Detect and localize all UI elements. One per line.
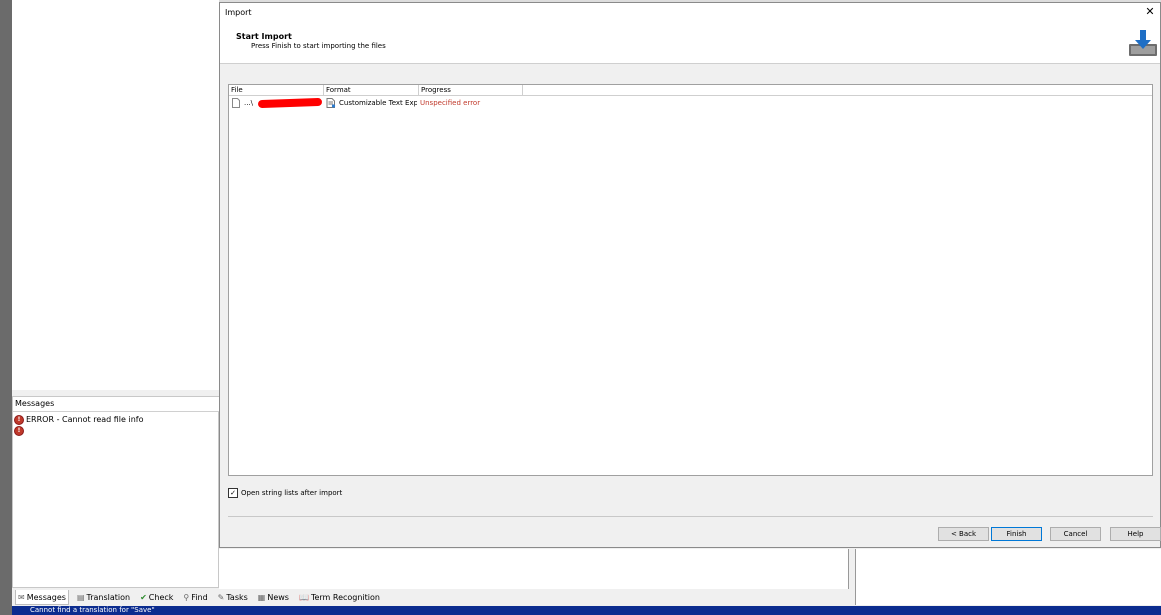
close-button[interactable]: ✕ — [1144, 6, 1156, 18]
open-string-lists-option[interactable]: ✓ Open string lists after import — [228, 488, 342, 498]
binoculars-icon: ⚲ — [183, 593, 190, 602]
bottom-tab-bar: ✉ Messages ▤ Translation ✔ Check ⚲ Find … — [12, 589, 855, 606]
file-path: ...\ — [244, 99, 254, 107]
left-edge-bar — [0, 0, 12, 615]
tab-tasks[interactable]: ✎ Tasks — [216, 591, 250, 605]
error-icon: ! — [14, 425, 24, 436]
tasks-icon: ✎ — [217, 593, 225, 602]
error-icon: ! — [14, 414, 24, 425]
import-dialog: Import ✕ Start Import Press Finish to st… — [219, 2, 1161, 548]
column-header-file[interactable]: File — [229, 85, 324, 96]
tab-messages[interactable]: ✉ Messages — [15, 590, 69, 605]
checkbox-label: Open string lists after import — [241, 489, 343, 497]
file-icon — [232, 98, 240, 108]
finish-button[interactable]: Finish — [991, 527, 1042, 541]
column-header-format[interactable]: Format — [324, 85, 419, 96]
news-icon: ▦ — [257, 593, 266, 602]
progress-status: Unspecified error — [420, 99, 481, 107]
message-text: ERROR - Cannot read file info — [26, 415, 144, 424]
table-row[interactable]: ...\ Customizable Text Exp Unspecified e… — [229, 97, 1152, 110]
column-header-filler — [523, 85, 1152, 96]
tab-label: Find — [191, 593, 208, 602]
tab-news[interactable]: ▦ News — [256, 591, 291, 605]
side-pane — [855, 549, 1161, 605]
status-bar: Cannot find a translation for "Save" — [12, 606, 1161, 615]
file-list[interactable]: File Format Progress ...\ Customizable T… — [228, 84, 1153, 476]
book-icon: 📖 — [298, 593, 309, 602]
divider — [228, 516, 1153, 517]
background-panel — [12, 0, 219, 390]
message-item[interactable]: ! ERROR - Cannot read file info — [14, 414, 144, 425]
dialog-title: Import — [225, 8, 252, 17]
tab-term-recognition[interactable]: 📖 Term Recognition — [297, 591, 382, 605]
wizard-header: Start Import Press Finish to start impor… — [220, 23, 1160, 64]
tab-check[interactable]: ✔ Check — [138, 591, 175, 605]
redaction-mark — [257, 97, 323, 109]
file-format: Customizable Text Exp — [339, 99, 417, 107]
wizard-step-title: Start Import — [236, 32, 292, 41]
wizard-step-subtitle: Press Finish to start importing the file… — [251, 42, 386, 50]
output-pane — [219, 549, 849, 590]
translation-icon: ▤ — [76, 593, 85, 602]
cancel-button[interactable]: Cancel — [1050, 527, 1101, 541]
tab-label: Check — [148, 593, 174, 602]
tab-label: Translation — [86, 593, 131, 602]
tab-find[interactable]: ⚲ Find — [181, 591, 209, 605]
tab-label: Term Recognition — [310, 593, 380, 602]
check-icon: ✔ — [140, 593, 147, 602]
tab-label: News — [267, 593, 289, 602]
messages-icon: ✉ — [18, 592, 25, 602]
message-item[interactable]: ! — [14, 425, 26, 436]
column-header-progress[interactable]: Progress — [419, 85, 523, 96]
messages-panel-title: Messages — [13, 397, 220, 412]
dialog-titlebar: Import ✕ — [220, 3, 1160, 23]
import-download-icon — [1129, 30, 1157, 56]
tab-label: Tasks — [226, 593, 248, 602]
text-file-icon — [326, 98, 336, 108]
messages-panel: Messages ! ERROR - Cannot read file info… — [12, 396, 220, 588]
back-button[interactable]: < Back — [938, 527, 989, 541]
help-button[interactable]: Help — [1110, 527, 1161, 541]
tab-translation[interactable]: ▤ Translation — [75, 591, 132, 605]
tab-label: Messages — [26, 592, 66, 602]
open-string-lists-checkbox[interactable]: ✓ — [228, 488, 238, 498]
